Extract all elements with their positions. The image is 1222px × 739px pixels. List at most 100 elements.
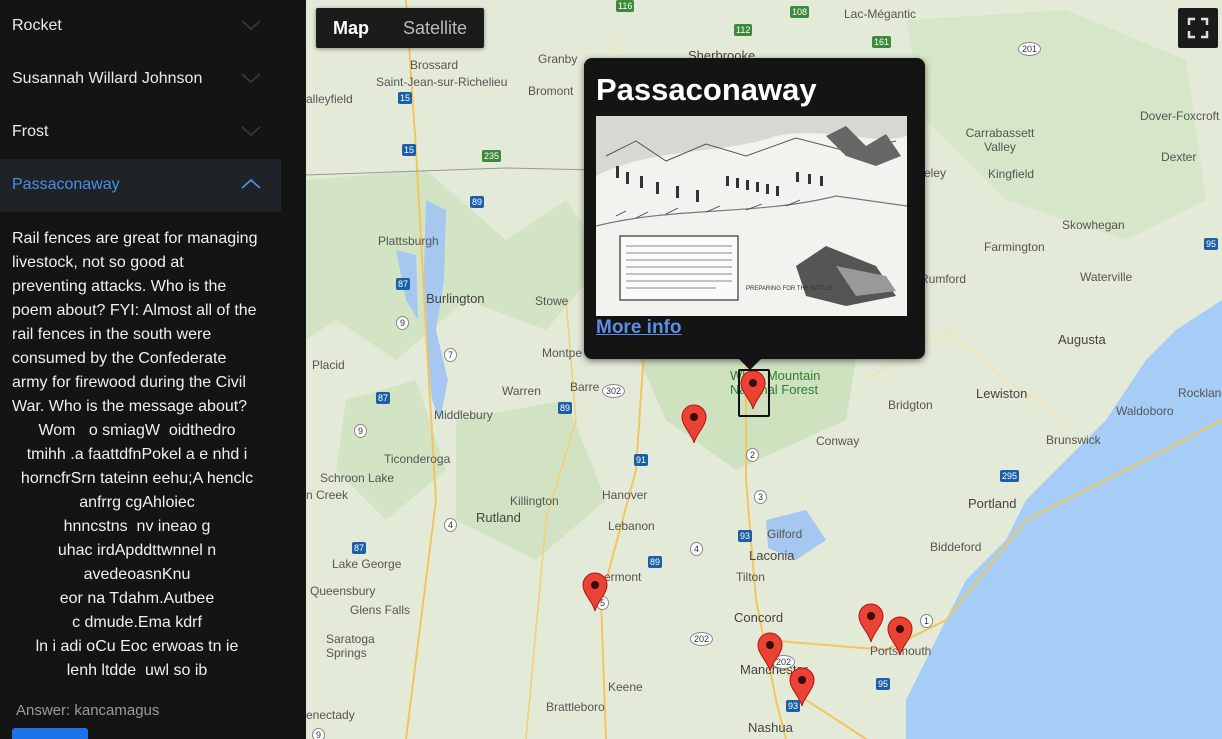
highway-shield: 2	[746, 448, 760, 462]
place-label: Bromont	[528, 84, 574, 98]
place-label: Farmington	[984, 240, 1045, 254]
highway-shield: 87	[376, 392, 391, 404]
highway-shield: 95	[1204, 238, 1219, 250]
accordion-item-frost[interactable]: Frost	[0, 106, 281, 159]
place-label: Augusta	[1058, 332, 1106, 347]
accordion-item-susannah[interactable]: Susannah Willard Johnson	[0, 53, 281, 106]
puzzle-line: eor na Tdahm.Autbee	[59, 590, 215, 607]
map-marker[interactable]	[789, 667, 815, 707]
answer-field[interactable]: Answer: kancamagus	[16, 702, 159, 719]
puzzle-line: avedeoasnKnu	[83, 566, 191, 583]
place-label: Carrabassett Valley	[965, 126, 1035, 154]
highway-shield: 202	[690, 632, 714, 646]
place-label: Kingfield	[988, 167, 1035, 181]
chevron-down-icon	[241, 73, 261, 84]
accordion-label: Frost	[12, 123, 49, 140]
place-label: alleyfield	[306, 92, 353, 106]
place-label: Stowe	[535, 294, 569, 308]
info-window-pointer	[738, 358, 762, 370]
place-label: Brattleboro	[546, 700, 605, 714]
place-label: Keene	[608, 680, 643, 694]
accordion-item-passaconaway[interactable]: Passaconaway	[0, 159, 281, 212]
highway-shield: 87	[396, 278, 411, 290]
puzzle-line: Wom o smiagW oidthedro	[38, 422, 236, 439]
map-marker[interactable]	[858, 603, 884, 643]
map-type-control: Map Satellite	[316, 8, 485, 48]
place-label: Concord	[734, 610, 784, 625]
place-label: Bridgton	[888, 398, 933, 412]
accordion-item-rocket[interactable]: Rocket	[0, 0, 281, 53]
highway-shield: 3	[754, 490, 768, 504]
info-window-image: PREPARING FOR THE BATTLE	[595, 116, 908, 316]
place-label: Rutland	[476, 510, 521, 525]
highway-shield: 4	[444, 518, 458, 532]
highway-shield: 235	[482, 150, 502, 162]
highway-shield: 201	[1018, 42, 1042, 56]
place-label: Conway	[816, 434, 860, 448]
map-marker[interactable]	[887, 616, 913, 656]
fullscreen-button[interactable]	[1178, 8, 1218, 48]
highway-shield: 1	[920, 614, 934, 628]
submit-button[interactable]	[12, 728, 88, 739]
place-label: Waldoboro	[1116, 404, 1174, 418]
map-marker[interactable]	[582, 572, 608, 612]
place-label: Skowhegan	[1062, 218, 1125, 232]
map-type-map-button[interactable]: Map	[316, 8, 386, 48]
highway-shield: 4	[690, 542, 704, 556]
puzzle-line: horncfrSrn tateinn eehu;A henclc	[20, 470, 254, 487]
place-label: Laconia	[749, 548, 795, 563]
highway-shield: 93	[738, 530, 753, 542]
place-label: Saratoga Springs	[326, 632, 375, 660]
place-label: Tilton	[736, 570, 765, 584]
place-label: Dexter	[1161, 150, 1197, 164]
place-label: Rockland	[1178, 386, 1222, 400]
place-label: Brossard	[410, 58, 459, 72]
highway-shield: 87	[352, 542, 367, 554]
place-label: Plattsburgh	[378, 234, 439, 248]
place-label: Lebanon	[608, 519, 655, 533]
place-label: Glens Falls	[350, 603, 411, 617]
highway-shield: 91	[634, 454, 649, 466]
map-view[interactable]: Brossard Saint-Jean-sur-Richelieu Granby…	[306, 0, 1222, 739]
highway-shield: 15	[402, 144, 417, 156]
place-label: Rumford	[920, 272, 967, 286]
place-label: Portland	[968, 496, 1017, 511]
place-label: Killington	[510, 494, 559, 508]
highway-shield: 7	[444, 348, 458, 362]
place-label: ermont	[604, 570, 642, 584]
chevron-up-icon	[241, 178, 261, 189]
info-window-title: Passaconaway	[596, 72, 817, 107]
highway-shield: 161	[872, 36, 892, 48]
puzzle-line: ln i adi oCu Eoc erwoas tn ie	[35, 638, 239, 655]
chevron-down-icon	[241, 20, 261, 31]
map-type-satellite-button[interactable]: Satellite	[386, 8, 484, 48]
place-label: Queensbury	[310, 584, 376, 598]
scrambled-message: Wom o smiagW oidthedro tmihh .a faattdfn…	[6, 419, 268, 683]
puzzle-line: hnncstns nv ineao g	[63, 518, 211, 535]
place-label: Lac-Mégantic	[844, 7, 917, 21]
place-label: Ticonderoga	[384, 452, 451, 466]
highway-shield: 89	[558, 402, 573, 414]
place-label: Barre	[570, 380, 600, 394]
accordion-label: Susannah Willard Johnson	[12, 70, 203, 87]
map-marker[interactable]	[757, 632, 783, 672]
accordion-label: Rocket	[12, 17, 62, 34]
more-info-link[interactable]: More info	[596, 317, 682, 339]
highway-shield: 112	[734, 24, 753, 36]
place-label: Lewiston	[976, 386, 1028, 401]
selected-marker-outline	[738, 369, 770, 417]
highway-shield: 15	[398, 92, 413, 104]
puzzle-line: tmihh .a faattdfnPokel a e nhd i	[26, 446, 248, 463]
accordion-label: Passaconaway	[12, 176, 120, 193]
place-label: Middlebury	[434, 408, 493, 422]
highway-shield: 116	[616, 0, 635, 12]
place-label: Brunswick	[1046, 433, 1101, 447]
map-marker-frost[interactable]	[681, 404, 707, 444]
place-label: Placid	[312, 358, 345, 372]
place-label: Gilford	[767, 527, 803, 541]
puzzle-line: lenh ltdde uwl so ib	[66, 662, 208, 679]
puzzle-description: Rail fences are great for managing lives…	[12, 230, 258, 415]
highway-shield: 108	[790, 6, 810, 18]
highway-shield: 9	[312, 728, 326, 739]
highway-shield: 89	[470, 196, 485, 208]
